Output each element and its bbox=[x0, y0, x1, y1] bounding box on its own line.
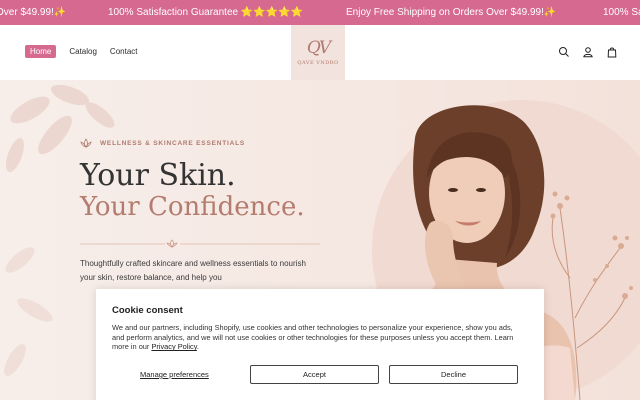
hero-eyebrow: WELLNESS & SKINCARE ESSENTIALS bbox=[80, 138, 245, 148]
header-icons bbox=[558, 45, 618, 58]
announcement-message: Over $49.99!✨ bbox=[0, 7, 67, 18]
nav-item-contact[interactable]: Contact bbox=[110, 47, 138, 56]
announcement-bar: Over $49.99!✨ 100% Satisfaction Guarante… bbox=[0, 0, 640, 25]
search-icon[interactable] bbox=[558, 45, 570, 57]
announcement-message: 100% Satisfaction Guarantee ⭐⭐⭐⭐⭐ bbox=[108, 7, 304, 18]
nav-item-home[interactable]: Home bbox=[25, 45, 57, 58]
cart-icon[interactable] bbox=[606, 45, 618, 58]
cookie-consent-dialog: Cookie consent We and our partners, incl… bbox=[96, 289, 544, 400]
hero-divider bbox=[80, 239, 320, 248]
manage-preferences-link[interactable]: Manage preferences bbox=[140, 370, 209, 379]
main-nav: Home Catalog Contact bbox=[25, 45, 138, 58]
logo-wordmark: QAVE VNDRO bbox=[297, 59, 339, 66]
hero-eyebrow-text: WELLNESS & SKINCARE ESSENTIALS bbox=[100, 139, 245, 147]
cookie-title: Cookie consent bbox=[112, 305, 183, 316]
accept-button[interactable]: Accept bbox=[250, 365, 379, 384]
hero-body-text: Thoughtfully crafted skincare and wellne… bbox=[80, 259, 306, 282]
logo-monogram: QV bbox=[306, 37, 331, 58]
brand-logo[interactable]: QV QAVE VNDRO bbox=[291, 25, 345, 80]
lotus-icon bbox=[80, 138, 92, 148]
account-icon[interactable] bbox=[582, 45, 594, 58]
cookie-actions: Manage preferences Accept Decline bbox=[112, 365, 528, 385]
leaf-decoration-icon bbox=[4, 247, 53, 376]
hero-headline-line-1: Your Skin. bbox=[80, 158, 236, 193]
site-header: Home Catalog Contact QV QAVE VNDRO bbox=[0, 25, 640, 80]
privacy-policy-link[interactable]: Privacy Policy bbox=[151, 342, 196, 351]
decline-button[interactable]: Decline bbox=[389, 365, 518, 384]
cookie-text: We and our partners, including Shopify, … bbox=[112, 323, 514, 352]
nav-item-catalog[interactable]: Catalog bbox=[69, 47, 97, 56]
hero-headline-line-2: Your Confidence. bbox=[80, 192, 305, 222]
announcement-message: 100% Satisfa bbox=[603, 7, 640, 18]
announcement-message: Enjoy Free Shipping on Orders Over $49.9… bbox=[346, 7, 557, 18]
